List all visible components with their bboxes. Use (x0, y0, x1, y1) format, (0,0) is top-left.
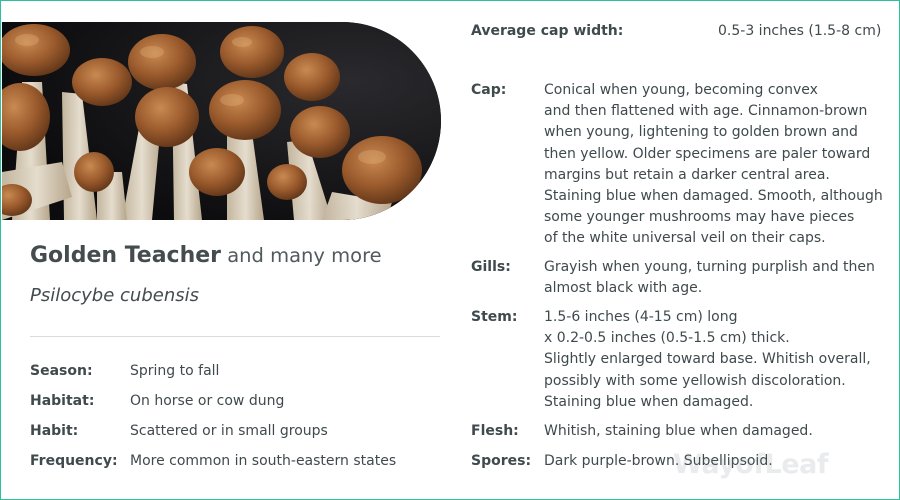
mushroom-photo (2, 22, 441, 220)
fact-label: Habitat: (30, 393, 95, 409)
description-line: margins but retain a darker central area… (544, 166, 830, 183)
scientific-name: Psilocybe cubensis (30, 285, 199, 306)
mushroom-info-card: Golden Teacher and many more Psilocybe c… (0, 0, 900, 500)
flesh-label: Flesh: (471, 423, 519, 439)
description-line: then yellow. Older specimens are paler t… (544, 145, 871, 162)
description-line: possibly with some yellowish discolorati… (544, 372, 846, 389)
description-line: of the white universal veil on their cap… (544, 230, 826, 247)
fact-label: Frequency: (30, 453, 118, 469)
gills-label: Gills: (471, 259, 511, 275)
fact-value: Scattered or in small groups (130, 423, 328, 439)
description-line: Staining blue when damaged. (544, 393, 754, 410)
spores-label: Spores: (471, 453, 532, 469)
avg-cap-width-value: 0.5-3 inches (1.5-8 cm) (718, 23, 882, 39)
fact-label: Season: (30, 363, 93, 379)
common-name-suffix: and many more (221, 244, 382, 267)
description-line: Grayish when young, turning purplish and… (544, 259, 875, 275)
description-line: almost black with age. (544, 280, 703, 297)
description-line: Whitish, staining blue when damaged. (544, 423, 813, 439)
avg-cap-width-label: Average cap width: (471, 23, 624, 39)
description-line: and then flattened with age. Cinnamon-br… (544, 103, 868, 120)
common-name: Golden Teacher (30, 243, 222, 268)
description-line: Slightly enlarged toward base. Whitish o… (544, 351, 871, 368)
stem-label: Stem: (471, 309, 518, 325)
fact-value: Spring to fall (130, 363, 220, 379)
description-line: when young, lightening to golden brown a… (544, 124, 858, 141)
description-line: Staining blue when damaged. Smooth, alth… (544, 188, 883, 205)
fact-label: Habit: (30, 423, 79, 439)
description-line: 1.5-6 inches (4-15 cm) long (544, 309, 738, 325)
cap-description: Conical when young, becoming convex and … (544, 80, 889, 250)
flesh-description: Whitish, staining blue when damaged. (544, 421, 889, 442)
fact-value: On horse or cow dung (130, 393, 285, 409)
watermark-logo: WayofLeaf (673, 449, 829, 480)
cap-label: Cap: (471, 82, 507, 98)
description-line: some younger mushrooms may have pieces (544, 209, 855, 226)
common-name-title: Golden Teacher and many more (30, 243, 382, 268)
stem-description: 1.5-6 inches (4-15 cm) long x 0.2-0.5 in… (544, 307, 889, 413)
description-line: Conical when young, becoming convex (544, 82, 818, 98)
divider (30, 336, 440, 337)
gills-description: Grayish when young, turning purplish and… (544, 257, 889, 299)
description-line: x 0.2-0.5 inches (0.5-1.5 cm) thick. (544, 330, 790, 347)
fact-value: More common in south-eastern states (130, 453, 397, 469)
